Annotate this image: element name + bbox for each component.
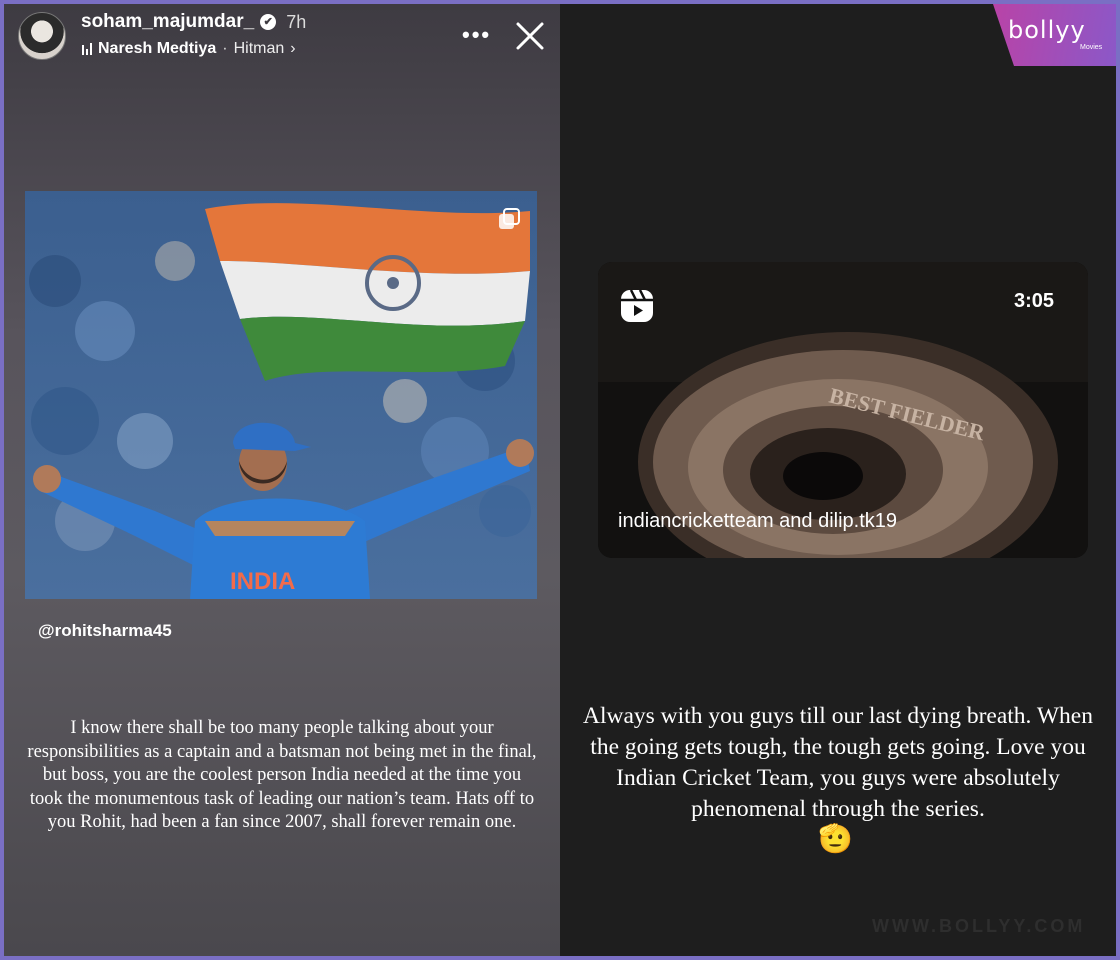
story-caption: I know there shall be too many people ta… bbox=[27, 718, 537, 832]
shared-post-image[interactable]: INDIA bbox=[25, 191, 537, 599]
reel-credit[interactable]: indiancricketteam and dilip.tk19 bbox=[618, 510, 897, 533]
bollyy-logo: bollyy bbox=[1008, 16, 1086, 44]
close-icon[interactable] bbox=[514, 20, 546, 52]
story-header: soham_majumdar_ ✔ 7h Naresh Medtiya · Hi… bbox=[4, 4, 560, 74]
screenshot-frame: soham_majumdar_ ✔ 7h Naresh Medtiya · Hi… bbox=[4, 4, 1116, 956]
reel-duration: 3:05 bbox=[1014, 290, 1055, 312]
username-text[interactable]: soham_majumdar_ bbox=[81, 11, 254, 33]
chevron-right-icon: › bbox=[290, 40, 296, 57]
music-bars-icon bbox=[82, 43, 92, 55]
music-separator: · bbox=[222, 40, 228, 57]
reels-icon bbox=[621, 289, 653, 322]
mention-link[interactable]: @rohitsharma45 bbox=[38, 621, 172, 641]
jersey-text: INDIA bbox=[230, 568, 295, 595]
verified-icon: ✔ bbox=[260, 14, 277, 30]
watermark: WWW.BOLLYY.COM bbox=[872, 916, 1086, 936]
post-time: 7h bbox=[286, 11, 307, 32]
story-left: soham_majumdar_ ✔ 7h Naresh Medtiya · Hi… bbox=[4, 4, 560, 956]
username[interactable]: soham_majumdar_ ✔ 7h bbox=[81, 11, 306, 33]
story-right: bollyy Movies BEST FIELDER 3:05 indiancr… bbox=[560, 4, 1116, 956]
salute-emoji-icon: 🫡 bbox=[818, 823, 853, 854]
story-caption: Always with you guys till our last dying… bbox=[583, 703, 1093, 822]
logo-subtitle: Movies bbox=[1080, 44, 1103, 51]
shared-reel-card[interactable]: BEST FIELDER 3:05 indiancricketteam and … bbox=[598, 262, 1088, 558]
multiple-photos-icon bbox=[499, 208, 520, 229]
cricket-celebration-illustration: INDIA bbox=[25, 191, 537, 599]
music-artist[interactable]: Naresh Medtiya bbox=[98, 40, 216, 58]
avatar[interactable] bbox=[18, 12, 66, 60]
music-info[interactable]: Naresh Medtiya · Hitman › bbox=[82, 40, 296, 58]
music-track[interactable]: Hitman bbox=[234, 40, 285, 58]
more-options-button[interactable]: ••• bbox=[462, 22, 491, 48]
